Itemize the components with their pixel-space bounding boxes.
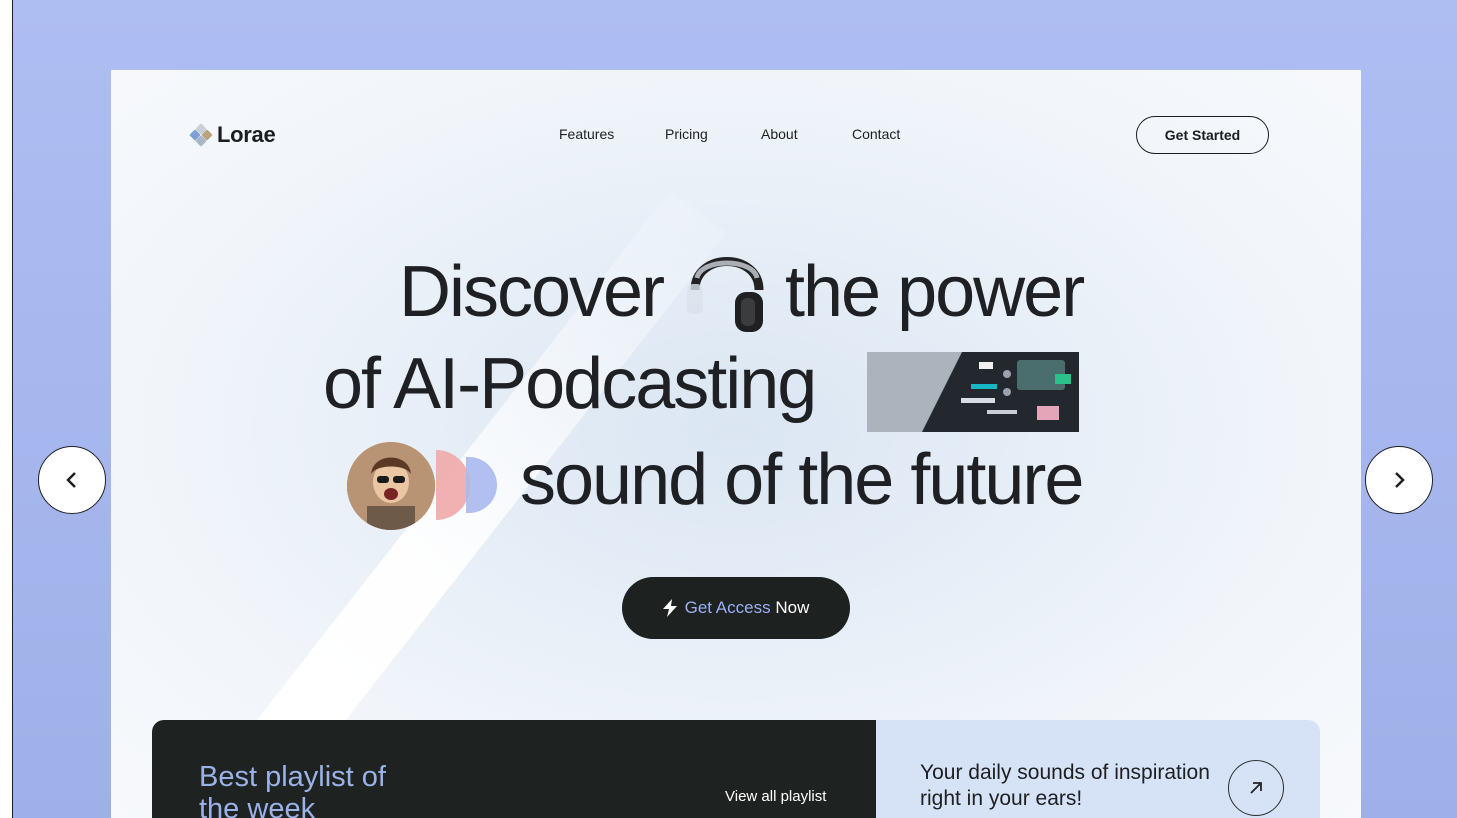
avatar-image [347, 442, 435, 530]
playlist-card: Best playlist of the week View all playl… [152, 720, 877, 818]
hero-line2: of AI-Podcasting [323, 344, 817, 424]
daily-sounds-card: Your daily sounds of inspiration right i… [876, 720, 1320, 818]
view-all-playlist-link[interactable]: View all playlist [725, 788, 826, 805]
get-started-button[interactable]: Get Started [1136, 116, 1269, 154]
headphones-image [687, 257, 764, 332]
chevron-left-icon [66, 472, 76, 488]
get-access-button[interactable]: Get Access Now [622, 577, 850, 639]
playlist-title: Best playlist of the week [199, 761, 386, 818]
hero-line3: sound of the future [520, 440, 1084, 520]
cta-rest-text: Now [775, 598, 810, 617]
open-button[interactable] [1228, 760, 1284, 816]
landing-frame: Lorae Features Pricing About Contact Get… [111, 70, 1361, 818]
prev-slide-button[interactable] [38, 446, 106, 514]
main-menu: Features Pricing About Contact [559, 126, 900, 142]
nav-pricing[interactable]: Pricing [665, 126, 761, 142]
cta-accent-text: Get Access [684, 598, 771, 617]
mixer-image [867, 352, 1079, 432]
brand-name: Lorae [217, 122, 276, 147]
chevron-right-icon [1395, 472, 1405, 488]
nav-features[interactable]: Features [559, 126, 665, 142]
arrow-up-right-icon [1250, 782, 1262, 794]
hero-line1-b: the power [785, 252, 1085, 332]
left-edge-strip [0, 0, 13, 818]
next-slide-button[interactable] [1365, 446, 1433, 514]
nav-contact[interactable]: Contact [852, 126, 900, 142]
nav-about[interactable]: About [761, 126, 852, 142]
daily-sounds-text: Your daily sounds of inspiration right i… [920, 761, 1210, 811]
logo-icon [189, 123, 213, 147]
lightning-icon [662, 599, 677, 617]
hero-line1-a: Discover [399, 252, 665, 332]
top-nav: Lorae Features Pricing About Contact Get… [111, 70, 1361, 200]
logo[interactable]: Lorae [189, 122, 276, 148]
